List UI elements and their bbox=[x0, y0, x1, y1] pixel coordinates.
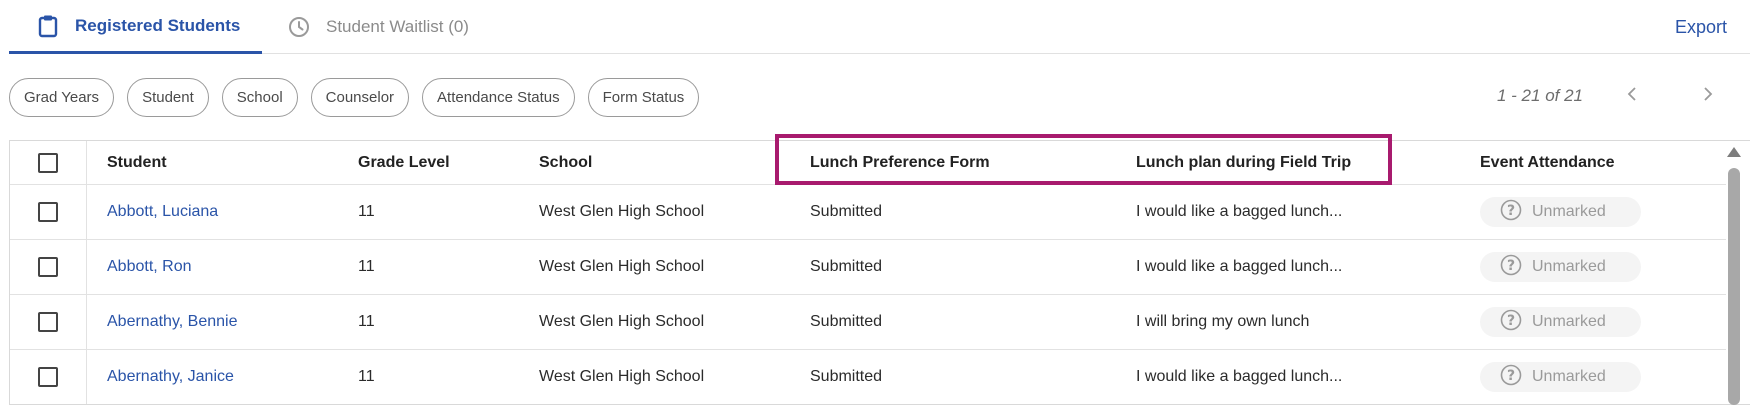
header-event-attendance[interactable]: Event Attendance bbox=[1480, 141, 1615, 184]
grade-cell: 11 bbox=[358, 313, 375, 330]
form-status-cell: Submitted bbox=[810, 313, 883, 330]
row-checkbox-cell bbox=[10, 185, 87, 239]
students-table: Student Grade Level School Lunch Prefere… bbox=[9, 140, 1750, 405]
clock-icon bbox=[286, 14, 312, 40]
header-grade-level[interactable]: Grade Level bbox=[358, 141, 450, 184]
scroll-up-arrow-icon[interactable] bbox=[1727, 147, 1741, 157]
attendance-badge[interactable]: ? Unmarked bbox=[1480, 362, 1641, 392]
table-row: Abbott, Luciana 11 West Glen High School… bbox=[10, 185, 1726, 240]
header-checkbox-cell bbox=[10, 141, 87, 184]
filter-attendance-status[interactable]: Attendance Status bbox=[422, 78, 575, 117]
svg-text:?: ? bbox=[1507, 368, 1515, 384]
header-lunch-preference-form[interactable]: Lunch Preference Form bbox=[810, 141, 990, 184]
question-circle-icon: ? bbox=[1500, 364, 1522, 391]
filter-school[interactable]: School bbox=[221, 78, 298, 117]
attendance-cell: ? Unmarked bbox=[1480, 185, 1641, 239]
row-checkbox[interactable] bbox=[38, 367, 58, 387]
question-circle-icon: ? bbox=[1500, 254, 1522, 281]
header-school[interactable]: School bbox=[539, 141, 592, 184]
svg-text:?: ? bbox=[1507, 203, 1515, 219]
tab-waitlist-label: Student Waitlist (0) bbox=[326, 17, 469, 36]
tab-registered-label: Registered Students bbox=[75, 15, 241, 35]
header-lunch-plan[interactable]: Lunch plan during Field Trip bbox=[1136, 141, 1351, 184]
filter-student[interactable]: Student bbox=[127, 78, 209, 117]
filter-bar: Grad Years Student School Counselor Atte… bbox=[9, 78, 700, 117]
attendance-cell: ? Unmarked bbox=[1480, 350, 1641, 404]
table-row: Abernathy, Janice 11 West Glen High Scho… bbox=[10, 350, 1726, 404]
lunch-plan-cell: I will bring my own lunch bbox=[1136, 313, 1310, 330]
pager-prev-button[interactable] bbox=[1620, 84, 1644, 108]
table-header-row: Student Grade Level School Lunch Prefere… bbox=[10, 141, 1726, 185]
row-checkbox[interactable] bbox=[38, 257, 58, 277]
form-status-cell: Submitted bbox=[810, 368, 883, 385]
school-cell: West Glen High School bbox=[539, 313, 705, 330]
header-student[interactable]: Student bbox=[107, 141, 167, 184]
pagination-range: 1 - 21 of 21 bbox=[1497, 86, 1584, 105]
row-checkbox-cell bbox=[10, 240, 87, 294]
export-link[interactable]: Export bbox=[1675, 17, 1727, 38]
student-name-link[interactable]: Abernathy, Bennie bbox=[107, 295, 237, 349]
student-name-link[interactable]: Abernathy, Janice bbox=[107, 350, 234, 404]
chevron-right-icon bbox=[1702, 86, 1714, 107]
clipboard-icon bbox=[35, 13, 61, 39]
grade-cell: 11 bbox=[358, 258, 375, 275]
vertical-scrollbar[interactable] bbox=[1728, 168, 1740, 405]
row-checkbox-cell bbox=[10, 350, 87, 404]
student-name-link[interactable]: Abbott, Ron bbox=[107, 240, 192, 294]
tab-student-waitlist[interactable]: Student Waitlist (0) bbox=[286, 0, 469, 54]
attendance-badge[interactable]: ? Unmarked bbox=[1480, 197, 1641, 227]
chevron-left-icon bbox=[1626, 86, 1638, 107]
grade-cell: 11 bbox=[358, 368, 375, 385]
row-checkbox[interactable] bbox=[38, 202, 58, 222]
filter-grad-years[interactable]: Grad Years bbox=[9, 78, 115, 117]
select-all-checkbox[interactable] bbox=[38, 152, 58, 173]
question-circle-icon: ? bbox=[1500, 199, 1522, 226]
svg-text:?: ? bbox=[1507, 313, 1515, 329]
attendance-cell: ? Unmarked bbox=[1480, 295, 1641, 349]
svg-text:?: ? bbox=[1507, 258, 1515, 274]
attendance-label: Unmarked bbox=[1532, 368, 1606, 385]
attendance-label: Unmarked bbox=[1532, 203, 1606, 220]
lunch-plan-cell: I would like a bagged lunch... bbox=[1136, 258, 1343, 275]
school-cell: West Glen High School bbox=[539, 203, 705, 220]
pager-next-button[interactable] bbox=[1696, 84, 1720, 108]
filter-counselor[interactable]: Counselor bbox=[310, 78, 410, 117]
lunch-plan-cell: I would like a bagged lunch... bbox=[1136, 368, 1343, 385]
attendance-label: Unmarked bbox=[1532, 313, 1606, 330]
school-cell: West Glen High School bbox=[539, 368, 705, 385]
student-name-link[interactable]: Abbott, Luciana bbox=[107, 185, 218, 239]
table-row: Abbott, Ron 11 West Glen High School Sub… bbox=[10, 240, 1726, 295]
row-checkbox-cell bbox=[10, 295, 87, 349]
form-status-cell: Submitted bbox=[810, 203, 883, 220]
tab-bar: Registered Students Student Waitlist (0) bbox=[9, 0, 1750, 54]
attendance-badge[interactable]: ? Unmarked bbox=[1480, 252, 1641, 282]
grade-cell: 11 bbox=[358, 203, 375, 220]
attendance-label: Unmarked bbox=[1532, 258, 1606, 275]
table-row: Abernathy, Bennie 11 West Glen High Scho… bbox=[10, 295, 1726, 350]
filter-form-status[interactable]: Form Status bbox=[587, 78, 700, 117]
tab-registered-students[interactable]: Registered Students bbox=[9, 0, 262, 54]
row-checkbox[interactable] bbox=[38, 312, 58, 332]
lunch-plan-cell: I would like a bagged lunch... bbox=[1136, 203, 1343, 220]
school-cell: West Glen High School bbox=[539, 258, 705, 275]
question-circle-icon: ? bbox=[1500, 309, 1522, 336]
form-status-cell: Submitted bbox=[810, 258, 883, 275]
attendance-badge[interactable]: ? Unmarked bbox=[1480, 307, 1641, 337]
attendance-cell: ? Unmarked bbox=[1480, 240, 1641, 294]
